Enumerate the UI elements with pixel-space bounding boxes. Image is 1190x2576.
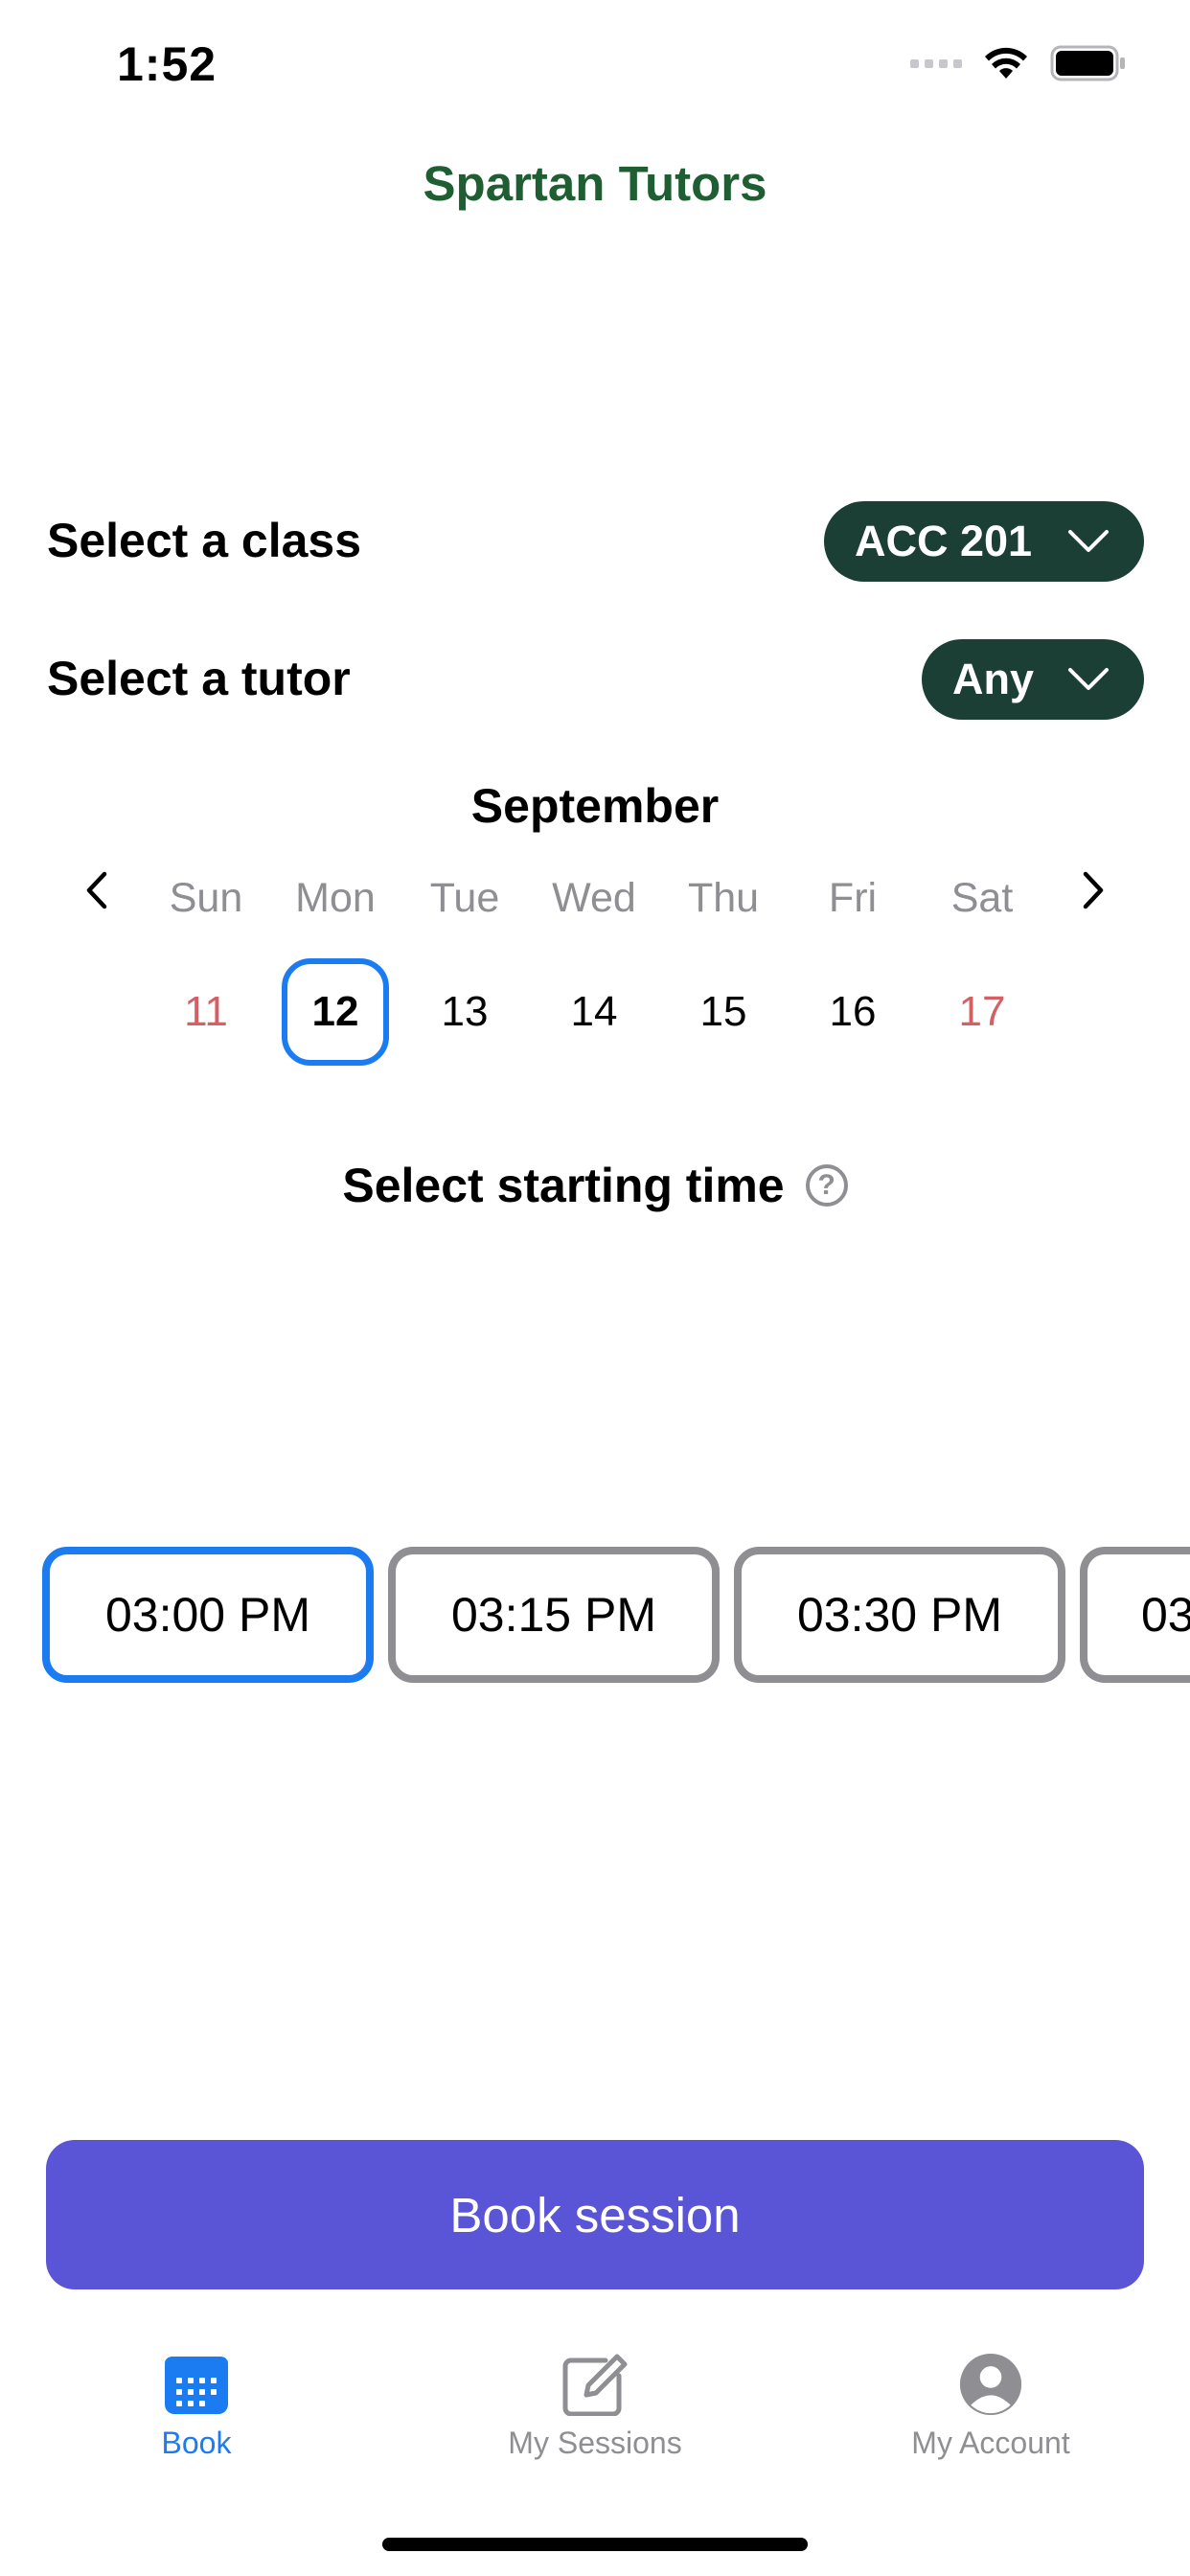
calendar-day[interactable]: 16 (799, 958, 906, 1066)
time-slot-selected[interactable]: 03:00 PM (42, 1547, 374, 1683)
help-icon[interactable]: ? (805, 1164, 848, 1207)
select-class-label: Select a class (47, 514, 362, 567)
calendar-day-selected[interactable]: 12 (282, 958, 389, 1066)
wifi-icon (985, 47, 1027, 79)
app-title: Spartan Tutors (423, 156, 767, 211)
chevron-left-icon (86, 871, 107, 909)
weekday-wed: Wed (552, 875, 636, 921)
time-slot-partial[interactable]: 03:45 PM (1080, 1547, 1190, 1683)
calendar-day[interactable]: 11 (152, 958, 260, 1066)
tab-book-label: Book (161, 2426, 232, 2460)
chevron-down-icon (1068, 668, 1109, 690)
status-time: 1:52 (117, 37, 217, 91)
class-dropdown[interactable]: ACC 201 (824, 501, 1144, 582)
tab-my-sessions[interactable]: My Sessions (451, 2353, 739, 2461)
home-indicator (382, 2538, 808, 2551)
status-icons (910, 44, 1127, 82)
select-tutor-label: Select a tutor (47, 652, 351, 705)
book-session-button[interactable]: Book session (46, 2140, 1144, 2289)
time-section-heading: Select starting time ? (0, 1158, 1190, 1213)
weekday-mon: Mon (295, 875, 376, 921)
account-circle-icon (959, 2353, 1022, 2416)
calendar-day[interactable]: 14 (540, 958, 648, 1066)
time-slot[interactable]: 03:15 PM (388, 1547, 720, 1683)
tab-my-sessions-label: My Sessions (508, 2426, 682, 2460)
edit-note-icon (562, 2354, 628, 2416)
calendar-icon (165, 2357, 228, 2414)
tab-my-account[interactable]: My Account (847, 2353, 1134, 2461)
battery-icon (1050, 45, 1125, 81)
class-dropdown-value: ACC 201 (855, 517, 1033, 565)
previous-week-button[interactable] (73, 866, 121, 914)
time-slot[interactable]: 03:30 PM (734, 1547, 1065, 1683)
chevron-right-icon (1083, 871, 1104, 909)
tab-my-account-label: My Account (911, 2426, 1070, 2460)
weekday-fri: Fri (828, 875, 878, 921)
next-week-button[interactable] (1069, 866, 1117, 914)
tutor-dropdown-value: Any (952, 655, 1035, 703)
weekday-tue: Tue (429, 875, 500, 921)
calendar-day[interactable]: 15 (670, 958, 777, 1066)
cellular-signal-icon (910, 58, 962, 68)
weekday-sun: Sun (169, 875, 243, 921)
weekday-thu: Thu (687, 875, 760, 921)
calendar-day[interactable]: 13 (411, 958, 518, 1066)
weekday-sat: Sat (950, 875, 1014, 921)
chevron-down-icon (1068, 530, 1109, 552)
tab-book[interactable]: Book (53, 2353, 340, 2461)
time-heading-label: Select starting time (342, 1159, 785, 1212)
calendar-month: September (470, 779, 720, 833)
tutor-dropdown[interactable]: Any (922, 639, 1144, 720)
calendar-day[interactable]: 17 (928, 958, 1036, 1066)
